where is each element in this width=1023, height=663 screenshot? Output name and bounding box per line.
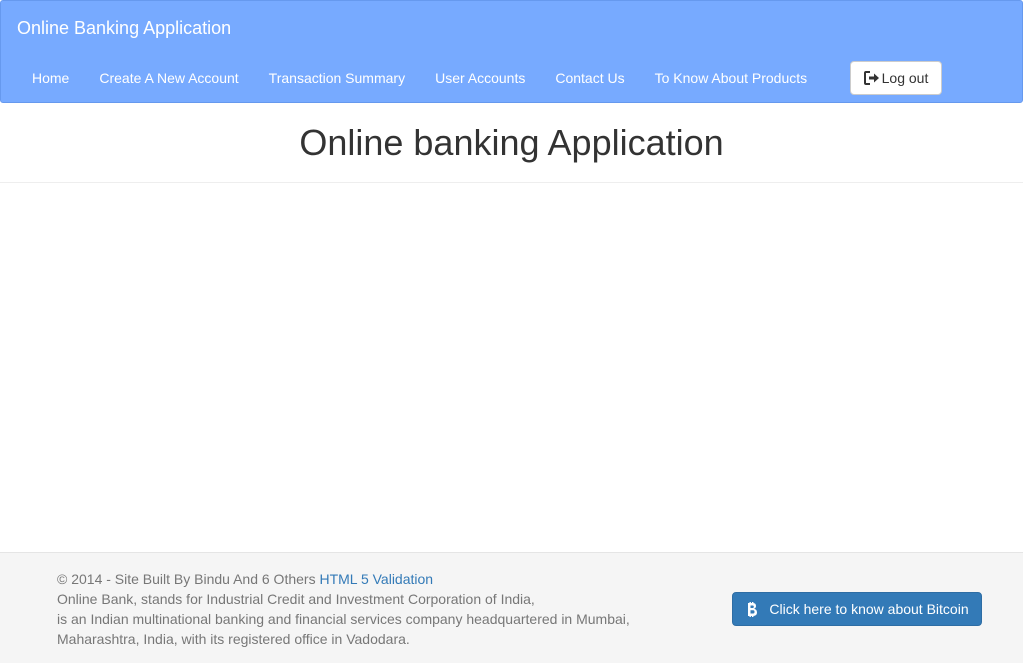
page-title: Online banking Application bbox=[299, 121, 724, 163]
brand-link[interactable]: Online Banking Application bbox=[17, 17, 231, 39]
logout-label: Log out bbox=[881, 70, 929, 86]
footer-description-line-3: Maharashtra, India, with its registered … bbox=[57, 631, 410, 647]
footer-description-line-2: is an Indian multinational banking and f… bbox=[57, 611, 630, 627]
nav-item-user-accounts[interactable]: User Accounts bbox=[420, 61, 540, 95]
footer-copyright-line: © 2014 - Site Built By Bindu And 6 Other… bbox=[57, 569, 630, 589]
page: Online Banking Application Home Create A… bbox=[0, 0, 1023, 663]
sign-out-icon bbox=[863, 71, 880, 85]
bitcoin-button-label: Click here to know about Bitcoin bbox=[769, 601, 969, 617]
nav-list: Home Create A New Account Transaction Su… bbox=[17, 61, 822, 95]
page-header: Online banking Application bbox=[0, 103, 1023, 183]
footer-description-line-1: Online Bank, stands for Industrial Credi… bbox=[57, 591, 535, 607]
logout-button[interactable]: Log out bbox=[850, 61, 942, 95]
nav-item-contact-us[interactable]: Contact Us bbox=[540, 61, 639, 95]
footer-text: © 2014 - Site Built By Bindu And 6 Other… bbox=[57, 569, 630, 649]
nav-item-products[interactable]: To Know About Products bbox=[640, 61, 823, 95]
html5-validation-link[interactable]: HTML 5 Validation bbox=[319, 571, 433, 587]
bitcoin-icon bbox=[745, 601, 759, 617]
nav-item-transaction-summary[interactable]: Transaction Summary bbox=[254, 61, 420, 95]
footer: © 2014 - Site Built By Bindu And 6 Other… bbox=[0, 552, 1023, 663]
nav-item-home[interactable]: Home bbox=[17, 61, 84, 95]
navbar: Online Banking Application Home Create A… bbox=[0, 0, 1023, 103]
bitcoin-info-button[interactable]: Click here to know about Bitcoin bbox=[732, 592, 982, 626]
footer-copyright: © 2014 - Site Built By Bindu And 6 Other… bbox=[57, 571, 316, 587]
nav-item-create-account[interactable]: Create A New Account bbox=[84, 61, 253, 95]
